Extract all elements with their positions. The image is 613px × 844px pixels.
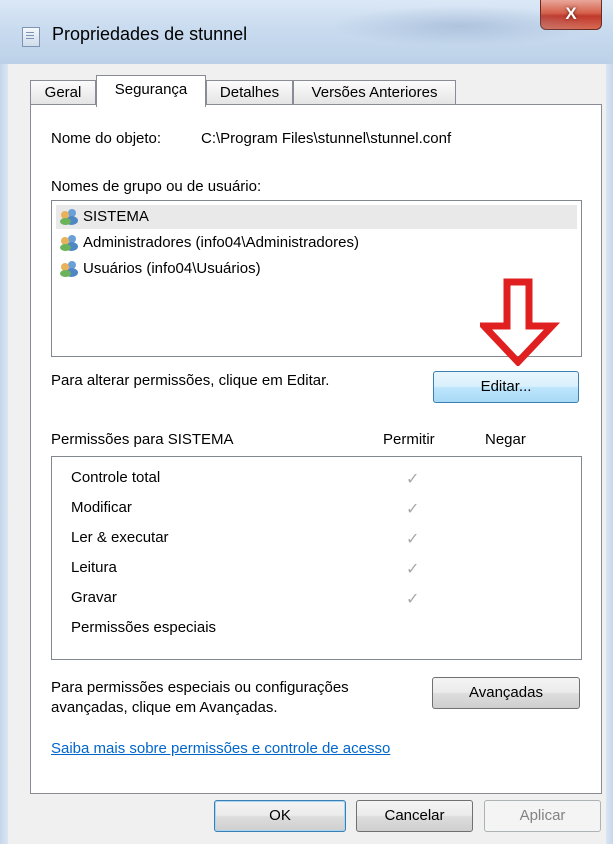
allow-check-icon: ✓: [406, 501, 420, 518]
help-link[interactable]: Saiba mais sobre permissões e controle d…: [51, 740, 390, 757]
close-button[interactable]: X: [540, 0, 602, 30]
permissions-list[interactable]: Controle total ✓ Modificar ✓ Ler & execu…: [51, 456, 582, 660]
permission-label: Permissões especiais: [71, 619, 217, 636]
window-title: Propriedades de stunnel: [52, 24, 248, 44]
object-name-value: C:\Program Files\stunnel\stunnel.conf: [201, 130, 452, 147]
deny-column-header: Negar: [485, 431, 526, 448]
users-icon: [60, 261, 80, 277]
permission-label: Leitura: [71, 559, 117, 576]
tab-seguranca[interactable]: Segurança: [96, 75, 206, 107]
permissions-header: Permissões para SISTEMA: [51, 431, 234, 448]
window-frame-left: [0, 64, 8, 844]
list-item-sistema[interactable]: SISTEMA: [56, 205, 577, 229]
permission-row-gravar: Gravar ✓: [52, 584, 581, 612]
users-icon: [60, 209, 80, 225]
list-item-administradores[interactable]: Administradores (info04\Administradores): [56, 231, 577, 255]
advanced-button[interactable]: Avançadas: [432, 677, 580, 709]
apply-button[interactable]: Aplicar: [484, 800, 601, 832]
properties-file-icon: [22, 27, 40, 47]
tab-versoes-anteriores[interactable]: Versões Anteriores: [293, 80, 456, 106]
permission-row-modificar: Modificar ✓: [52, 494, 581, 522]
window-frame-right: [606, 64, 613, 844]
allow-check-icon: ✓: [406, 591, 420, 608]
permission-label: Ler & executar: [71, 529, 169, 546]
ok-button[interactable]: OK: [214, 800, 346, 832]
list-item-label: Usuários (info04\Usuários): [83, 260, 261, 277]
permission-label: Controle total: [71, 469, 161, 486]
groups-label: Nomes de grupo ou de usuário:: [51, 178, 262, 195]
permission-row-controle-total: Controle total ✓: [52, 464, 581, 492]
red-down-arrow-icon: [480, 278, 560, 366]
cancel-button[interactable]: Cancelar: [356, 800, 473, 832]
tab-geral[interactable]: Geral: [30, 80, 96, 106]
list-item-label: Administradores (info04\Administradores): [83, 234, 359, 251]
edit-button[interactable]: Editar...: [433, 371, 579, 403]
allow-check-icon: ✓: [406, 561, 420, 578]
object-name-label: Nome do objeto:: [51, 130, 162, 147]
list-item-label: SISTEMA: [83, 208, 149, 225]
tab-detalhes[interactable]: Detalhes: [206, 80, 293, 106]
permission-row-leitura: Leitura ✓: [52, 554, 581, 582]
permission-row-permissoes-especiais: Permissões especiais: [52, 614, 581, 642]
permission-row-ler-executar: Ler & executar ✓: [52, 524, 581, 552]
users-icon: [60, 235, 80, 251]
advanced-hint-line2: avançadas, clique em Avançadas.: [51, 699, 278, 716]
allow-column-header: Permitir: [383, 431, 435, 448]
permission-label: Gravar: [71, 589, 117, 606]
allow-check-icon: ✓: [406, 531, 420, 548]
edit-hint: Para alterar permissões, clique em Edita…: [51, 372, 330, 389]
allow-check-icon: ✓: [406, 471, 420, 488]
advanced-hint-line1: Para permissões especiais ou configuraçõ…: [51, 679, 349, 696]
title-bar[interactable]: Propriedades de stunnel X: [0, 0, 613, 65]
permission-label: Modificar: [71, 499, 132, 516]
